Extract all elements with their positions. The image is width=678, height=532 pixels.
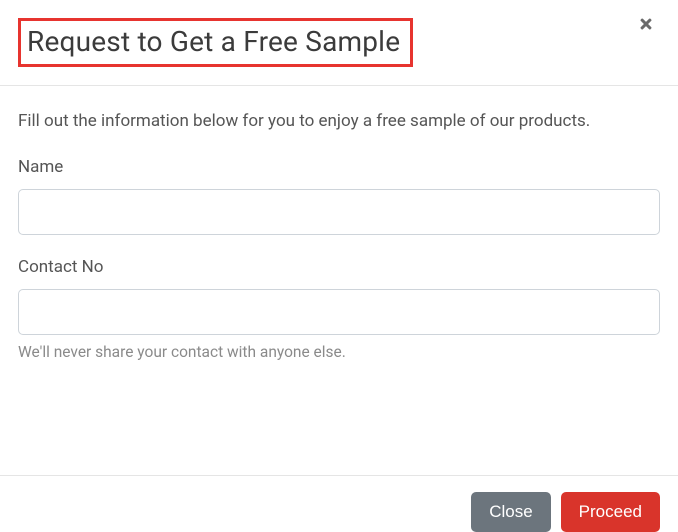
close-button[interactable]: Close	[471, 492, 550, 532]
close-icon-button[interactable]	[632, 16, 660, 36]
modal-title: Request to Get a Free Sample	[27, 25, 400, 58]
name-label: Name	[18, 157, 660, 177]
modal-dialog: Request to Get a Free Sample Fill out th…	[0, 0, 678, 532]
name-input[interactable]	[18, 189, 660, 235]
modal-body: Fill out the information below for you t…	[0, 86, 678, 475]
modal-header: Request to Get a Free Sample	[0, 0, 678, 86]
form-group-name: Name	[18, 157, 660, 235]
contact-input[interactable]	[18, 289, 660, 335]
proceed-button[interactable]: Proceed	[561, 492, 660, 532]
modal-footer: Close Proceed	[0, 475, 678, 532]
modal-title-highlight: Request to Get a Free Sample	[18, 18, 413, 67]
contact-hint: We'll never share your contact with anyo…	[18, 343, 660, 361]
intro-text: Fill out the information below for you t…	[18, 108, 660, 135]
form-group-contact: Contact No We'll never share your contac…	[18, 257, 660, 361]
contact-label: Contact No	[18, 257, 660, 277]
close-icon	[638, 15, 654, 37]
